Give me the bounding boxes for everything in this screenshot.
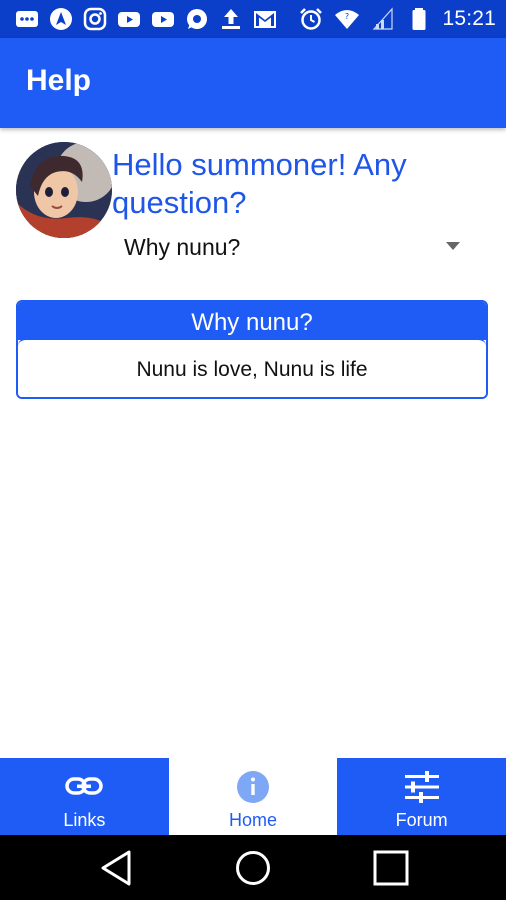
nav-item-home[interactable]: Home	[168, 758, 338, 835]
whatsapp-icon	[184, 6, 210, 32]
youtube-icon	[150, 6, 176, 32]
answer-card-body: Nunu is love, Nunu is life	[18, 338, 486, 397]
upload-icon	[218, 6, 244, 32]
maps-icon	[48, 6, 74, 32]
sliders-icon	[402, 770, 442, 804]
gmail-icon	[252, 6, 278, 32]
status-time: 15:21	[442, 7, 496, 30]
home-icon[interactable]	[233, 849, 273, 887]
svg-text:?: ?	[345, 12, 349, 21]
recents-icon[interactable]	[371, 849, 411, 887]
alarm-icon	[298, 6, 324, 32]
info-icon	[233, 770, 273, 804]
status-bar: ? 15:21	[0, 0, 506, 38]
dropdown-caret-icon	[446, 242, 460, 250]
system-status-icons: ? 15:21	[298, 5, 496, 33]
messages-icon	[14, 6, 40, 32]
nav-label-links: Links	[63, 810, 106, 830]
greeting-heading: Hello summoner! Any question?	[112, 147, 407, 220]
wifi-icon: ?	[334, 6, 360, 32]
answer-card: Why nunu? Nunu is love, Nunu is life	[16, 300, 488, 399]
youtube-icon	[116, 6, 142, 32]
nav-item-forum[interactable]: Forum	[337, 758, 506, 835]
instagram-icon	[82, 6, 108, 32]
link-icon	[64, 770, 104, 804]
select-value: Why nunu?	[124, 234, 241, 260]
app-bar: Help	[0, 38, 506, 128]
avatar	[16, 142, 112, 238]
answer-card-title: Why nunu?	[18, 302, 486, 340]
nav-label-forum: Forum	[395, 810, 448, 830]
nav-label-home: Home	[229, 810, 278, 830]
back-icon[interactable]	[96, 849, 136, 887]
notification-icons	[14, 5, 278, 33]
battery-icon	[406, 6, 432, 32]
question-select[interactable]: Why nunu?	[112, 228, 468, 266]
page-title: Help	[26, 64, 92, 97]
nav-item-links[interactable]: Links	[0, 758, 169, 835]
system-navigation-bar	[0, 835, 506, 900]
bottom-navigation: Links Home Forum	[0, 758, 506, 835]
signal-icon	[370, 6, 396, 32]
